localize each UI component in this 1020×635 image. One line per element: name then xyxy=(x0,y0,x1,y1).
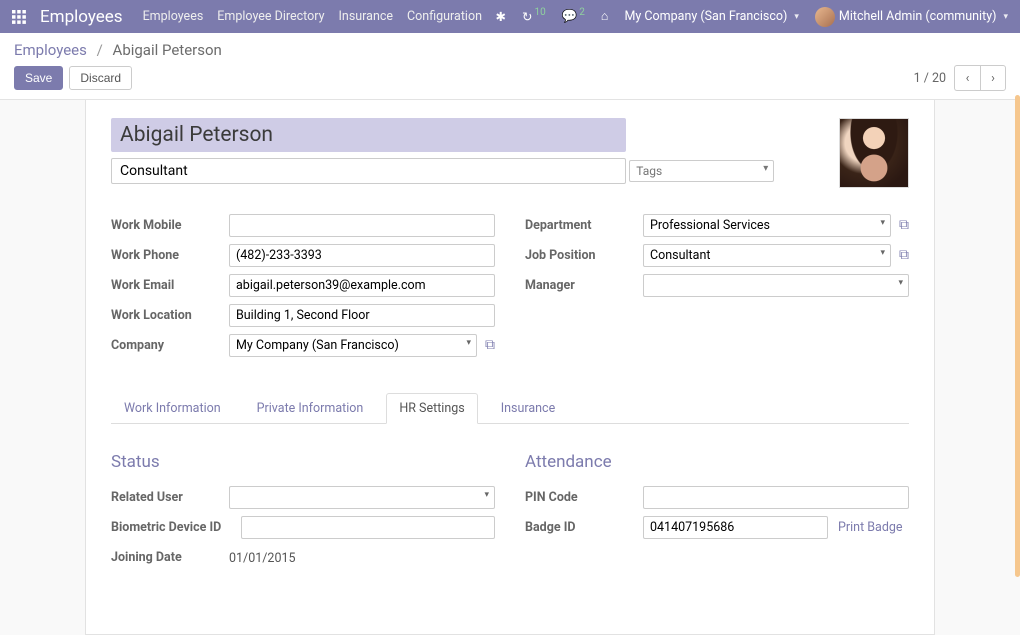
discard-button[interactable]: Discard xyxy=(69,66,132,90)
breadcrumb: Employees / Abigail Peterson xyxy=(14,41,1006,59)
joining-date-value: 01/01/2015 xyxy=(229,548,296,566)
work-phone-input[interactable] xyxy=(229,244,495,267)
work-mobile-input[interactable] xyxy=(229,214,495,237)
main-navbar: Employees Employees Employee Directory I… xyxy=(0,0,1020,33)
brand-title: Employees xyxy=(40,7,123,27)
label-work-email: Work Email xyxy=(111,278,229,293)
tab-private-information[interactable]: Private Information xyxy=(244,393,377,424)
pager-next[interactable]: › xyxy=(980,65,1006,91)
tab-hr-settings[interactable]: HR Settings xyxy=(386,393,477,424)
nav-configuration[interactable]: Configuration xyxy=(407,9,482,24)
label-department: Department xyxy=(525,218,643,233)
label-job-position: Job Position xyxy=(525,248,643,263)
breadcrumb-root[interactable]: Employees xyxy=(14,41,87,59)
department-select[interactable] xyxy=(643,214,891,237)
label-pin: PIN Code xyxy=(525,490,643,505)
job-title-input[interactable] xyxy=(111,158,626,184)
label-joining-date: Joining Date xyxy=(111,550,229,565)
debug-icon[interactable]: ✱ xyxy=(495,9,505,25)
nav-employee-directory[interactable]: Employee Directory xyxy=(217,9,324,24)
label-work-phone: Work Phone xyxy=(111,248,229,263)
manager-select[interactable] xyxy=(643,274,909,297)
pager-prev[interactable]: ‹ xyxy=(954,65,980,91)
label-related-user: Related User xyxy=(111,490,229,505)
tab-insurance[interactable]: Insurance xyxy=(488,393,569,424)
attendance-heading: Attendance xyxy=(525,452,909,472)
work-location-input[interactable] xyxy=(229,304,495,327)
employee-photo[interactable] xyxy=(839,118,909,188)
badge-input[interactable] xyxy=(643,516,828,539)
tags-input[interactable] xyxy=(629,160,774,182)
tab-bar: Work Information Private Information HR … xyxy=(111,392,909,424)
work-email-input[interactable] xyxy=(229,274,495,297)
print-badge-link[interactable]: Print Badge xyxy=(838,520,903,535)
discuss-icon[interactable]: 💬2 xyxy=(562,9,585,24)
company-select[interactable] xyxy=(229,334,477,357)
save-button[interactable]: Save xyxy=(14,66,63,90)
label-manager: Manager xyxy=(525,278,643,293)
status-heading: Status xyxy=(111,452,495,472)
control-bar: Employees / Abigail Peterson Save Discar… xyxy=(0,33,1020,100)
label-work-mobile: Work Mobile xyxy=(111,218,229,233)
nav-insurance[interactable]: Insurance xyxy=(339,9,394,24)
apps-icon[interactable] xyxy=(12,10,26,24)
pin-input[interactable] xyxy=(643,486,909,509)
form-sheet: Work Mobile Work Phone Work Email Work L… xyxy=(85,100,935,635)
activities-icon[interactable]: ↻10 xyxy=(522,9,546,25)
user-menu[interactable]: Mitchell Admin (community)▾ xyxy=(815,7,1008,27)
avatar xyxy=(815,7,835,27)
company-external-link-icon[interactable]: ⧉ xyxy=(485,337,495,353)
breadcrumb-current: Abigail Peterson xyxy=(113,41,222,59)
nav-menu: Employees Employee Directory Insurance C… xyxy=(143,9,482,24)
label-company: Company xyxy=(111,338,229,353)
label-work-location: Work Location xyxy=(111,308,229,323)
label-badge: Badge ID xyxy=(525,520,643,535)
gift-icon[interactable]: ⌂ xyxy=(601,9,609,24)
job-position-external-link-icon[interactable]: ⧉ xyxy=(899,247,909,263)
department-external-link-icon[interactable]: ⧉ xyxy=(899,217,909,233)
nav-employees[interactable]: Employees xyxy=(143,9,204,24)
company-switcher[interactable]: My Company (San Francisco)▾ xyxy=(624,9,798,24)
biometric-input[interactable] xyxy=(241,516,495,539)
pager-text: 1 / 20 xyxy=(914,71,946,86)
label-biometric: Biometric Device ID xyxy=(111,520,241,535)
related-user-select[interactable] xyxy=(229,486,495,509)
tab-work-information[interactable]: Work Information xyxy=(111,393,234,424)
employee-name-input[interactable] xyxy=(111,118,626,152)
job-position-select[interactable] xyxy=(643,244,891,267)
